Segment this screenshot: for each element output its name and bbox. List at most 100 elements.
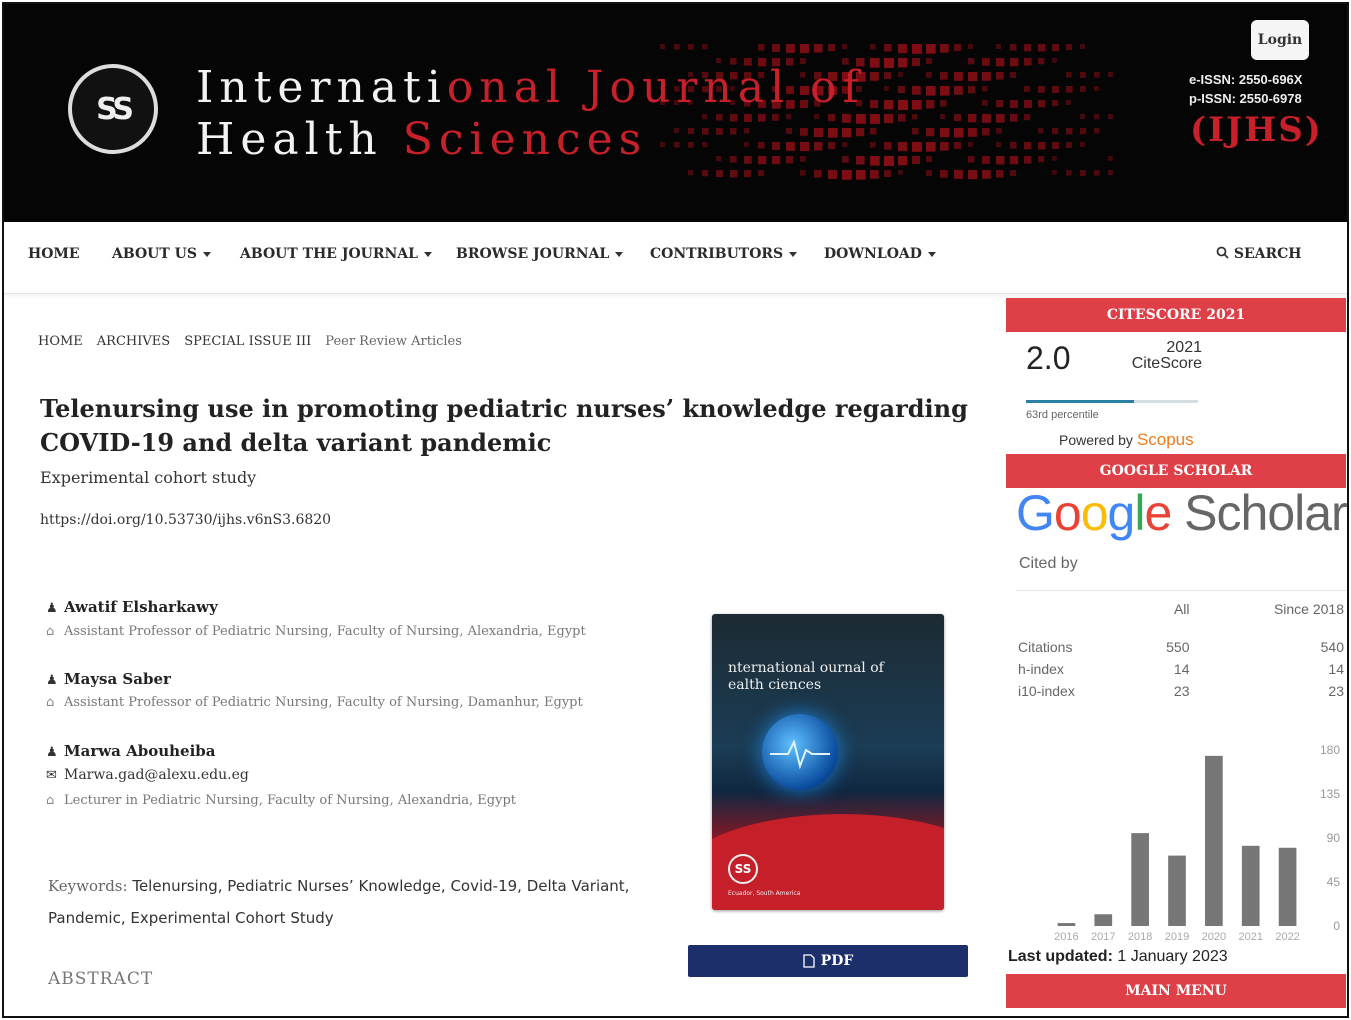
author-email[interactable]: ✉ Marwa.gad@alexu.edu.eg <box>46 767 249 783</box>
header-dot <box>1010 170 1017 177</box>
chart-bar-2020[interactable] <box>1205 755 1223 926</box>
header-dot <box>870 44 876 50</box>
header-dot <box>786 44 795 53</box>
header-dot <box>758 170 765 177</box>
header-dot <box>828 44 836 52</box>
header-dot <box>800 142 810 152</box>
header-dot <box>814 170 822 178</box>
keywords-line2: Pandemic, Experimental Cohort Study <box>48 909 334 927</box>
header-dot <box>954 170 963 179</box>
header-dot <box>898 170 903 175</box>
header-dot <box>786 114 792 120</box>
nav-search[interactable]: SEARCH <box>1216 246 1302 262</box>
header-dot <box>744 128 750 134</box>
header-dot <box>912 114 918 120</box>
header-dot <box>842 156 849 163</box>
header-dot <box>1010 100 1018 108</box>
cited-by-label: Cited by <box>1019 555 1078 572</box>
y-tick-label: 180 <box>1320 743 1340 757</box>
breadcrumb-archives[interactable]: ARCHIVES <box>97 334 170 349</box>
chart-bar-2021[interactable] <box>1241 845 1260 926</box>
header-dot <box>940 100 947 107</box>
header-dot <box>898 44 908 54</box>
user-icon: ♟ <box>46 601 58 616</box>
header-dot <box>1108 72 1114 78</box>
citescore-heading: CITESCORE 2021 <box>1006 298 1346 332</box>
header-dot <box>716 128 723 135</box>
header-dot <box>954 86 963 95</box>
chevron-down-icon <box>615 251 624 257</box>
header-dot <box>926 44 936 54</box>
header-dot <box>996 114 1005 123</box>
header-dot <box>870 170 879 179</box>
google-wordmark: Google <box>1016 485 1172 541</box>
citescore-label: 2021 CiteScore <box>1131 339 1202 372</box>
header-dot <box>954 114 962 122</box>
nav-download[interactable]: DOWNLOAD <box>824 246 936 262</box>
header-dot <box>940 170 948 178</box>
header-dot <box>884 86 889 91</box>
header-dot <box>702 114 708 120</box>
issue-cover-image[interactable]: nternational ournal of ealth ciences SS E… <box>712 614 944 910</box>
powered-by-scopus[interactable]: Powered by Scopus <box>1059 430 1194 450</box>
header-dot <box>702 170 709 177</box>
header-dot <box>898 114 906 122</box>
nav-contributors[interactable]: CONTRIBUTORS <box>650 246 798 262</box>
chart-bar-2019[interactable] <box>1168 855 1186 926</box>
journal-title-line1: International Journal of <box>196 62 865 113</box>
header-dot <box>968 86 976 94</box>
header-dot <box>744 114 752 122</box>
percentile-bar-fill <box>1026 400 1135 403</box>
header-dot <box>884 58 894 68</box>
nav-home[interactable]: HOME <box>28 246 80 262</box>
author-affiliation: ⌂ Assistant Professor of Pediatric Nursin… <box>46 624 586 639</box>
x-tick-label: 2019 <box>1165 931 1189 943</box>
header-dot <box>1024 156 1032 164</box>
pdf-download-button[interactable]: PDF <box>688 945 968 977</box>
main-nav: HOME ABOUT US ABOUT THE JOURNAL BROWSE J… <box>4 222 1347 294</box>
citations-chart: 0 45 90 135 180 2016 2017 2018 2019 2020 2021 2022 <box>1054 743 1340 943</box>
header-dot <box>968 58 975 65</box>
journal-logo[interactable]: SS <box>68 64 158 154</box>
header-dot <box>926 128 935 137</box>
nav-browse-journal[interactable]: BROWSE JOURNAL <box>456 246 624 262</box>
header-dot <box>1010 156 1019 165</box>
header-dot <box>870 142 876 148</box>
author-name: ♟ Awatif Elsharkawy <box>46 598 218 616</box>
header-dot <box>730 156 737 163</box>
y-tick-label: 135 <box>1320 787 1340 801</box>
breadcrumb-issue[interactable]: SPECIAL ISSUE III <box>184 334 311 349</box>
chart-bar-2016[interactable] <box>1057 923 1076 926</box>
breadcrumb: HOME ARCHIVES SPECIAL ISSUE III Peer Review… <box>38 334 476 349</box>
header-dot <box>940 72 948 80</box>
chart-bar-2018[interactable] <box>1131 833 1149 926</box>
header-dot <box>842 142 848 148</box>
header-dot <box>800 170 806 176</box>
header-dot <box>1080 44 1085 49</box>
chevron-down-icon <box>424 251 433 257</box>
nav-about-journal[interactable]: ABOUT THE JOURNAL <box>240 246 433 262</box>
header-dot <box>968 72 978 82</box>
header-dot <box>996 170 1004 178</box>
chart-bar-2017[interactable] <box>1094 914 1113 926</box>
header-dot <box>744 156 752 164</box>
header-dot <box>1024 114 1031 121</box>
header-dot <box>870 100 879 109</box>
chart-bar-2022[interactable] <box>1278 847 1297 926</box>
header-dot <box>884 72 892 80</box>
google-scholar-logo[interactable]: Google Scholar <box>1016 484 1347 542</box>
login-button[interactable]: Login <box>1251 20 1309 60</box>
header-dot <box>898 72 903 77</box>
header-dot <box>1038 100 1046 108</box>
breadcrumb-home[interactable]: HOME <box>38 334 83 349</box>
header-dot <box>1038 44 1046 52</box>
header-dot <box>898 142 908 152</box>
header-dot <box>1066 86 1073 93</box>
header-dot <box>814 44 823 53</box>
nav-about-us[interactable]: ABOUT US <box>112 246 211 262</box>
doi-link[interactable]: https://doi.org/10.53730/ijhs.v6nS3.6820 <box>40 512 331 528</box>
header-dot <box>1052 142 1060 150</box>
heartbeat-globe-icon <box>762 714 838 790</box>
header-dot <box>828 142 836 150</box>
header-dot <box>772 142 780 150</box>
